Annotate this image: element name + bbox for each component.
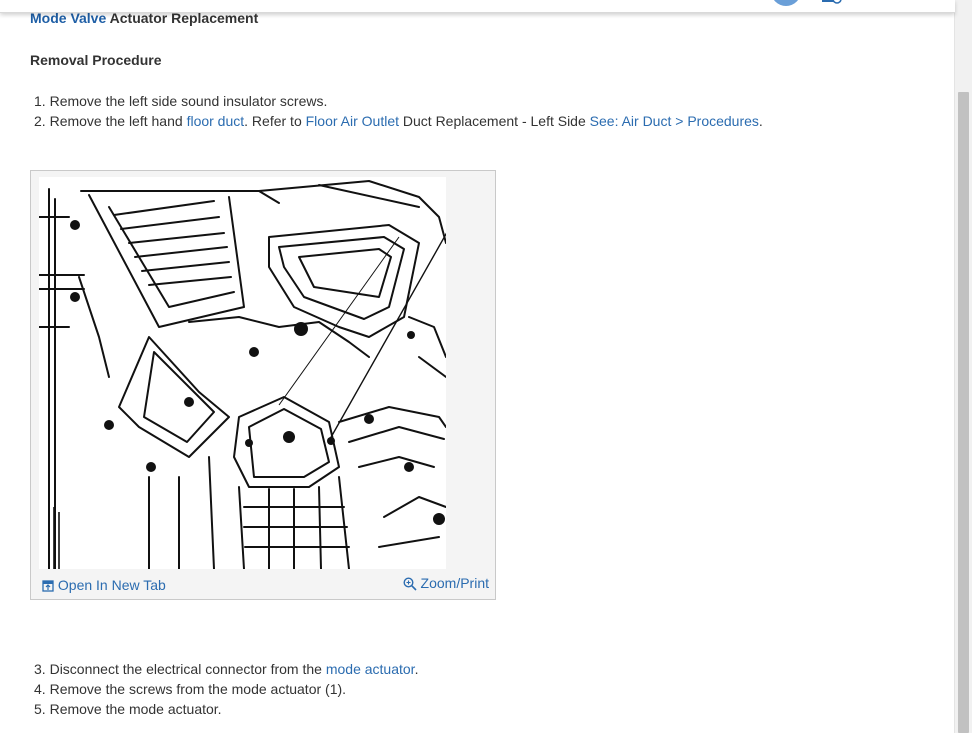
zoom-magnifier-icon [403,577,417,591]
figure-container: 1 Open In New Tab [30,170,496,600]
step-text: Remove the left side sound insulator scr… [49,93,328,109]
mode-actuator-link[interactable]: mode actuator [326,661,415,677]
step-number: 2. [34,113,46,129]
step-number: 5. [34,701,46,717]
step-number: 3. [34,661,46,677]
open-in-new-tab-label: Open In New Tab [57,577,166,593]
top-toolbar [0,0,955,13]
step-text: . [414,661,419,677]
step-text: . [758,113,763,129]
hvac-actuator-diagram[interactable]: 1 [39,177,446,569]
step-text: Disconnect the electrical connector from… [49,661,326,677]
zoom-print-label: Zoom/Print [420,575,489,591]
floor-air-outlet-link[interactable]: Floor Air Outlet [306,113,399,129]
zoom-print-button[interactable]: Zoom/Print [403,575,489,591]
procedure-steps-list: 1. Remove the left side sound insulator … [34,91,763,131]
open-in-new-tab-icon [42,580,54,592]
step-text: Remove the mode actuator. [49,701,222,717]
figure-toolbar: Open In New Tab Zoom/Print [31,571,495,599]
list-item: 1. Remove the left side sound insulator … [34,91,763,111]
list-item: 4. Remove the screws from the mode actua… [34,679,418,699]
page: Mode Valve Actuator Replacement Removal … [0,0,972,733]
step-number: 4. [34,681,46,697]
step-text: . Refer to [244,113,306,129]
air-duct-procedures-link[interactable]: See: Air Duct > Procedures [590,113,759,129]
step-text: Remove the left hand [49,113,187,129]
list-item: 5. Remove the mode actuator. [34,699,418,719]
section-heading: Removal Procedure [30,52,162,68]
notification-icon[interactable] [821,0,843,4]
step-text: Remove the screws from the mode actuator… [49,681,347,697]
open-in-new-tab-button[interactable]: Open In New Tab [42,577,166,593]
floor-duct-link[interactable]: floor duct [187,113,245,129]
scrollbar-thumb[interactable] [958,92,969,733]
list-item: 3. Disconnect the electrical connector f… [34,659,418,679]
step-number: 1. [34,93,46,109]
vertical-scrollbar[interactable] [954,0,972,733]
step-text: Duct Replacement - Left Side [399,113,590,129]
list-item: 2. Remove the left hand floor duct. Refe… [34,111,763,131]
procedure-steps-list-continued: 3. Disconnect the electrical connector f… [34,659,418,719]
